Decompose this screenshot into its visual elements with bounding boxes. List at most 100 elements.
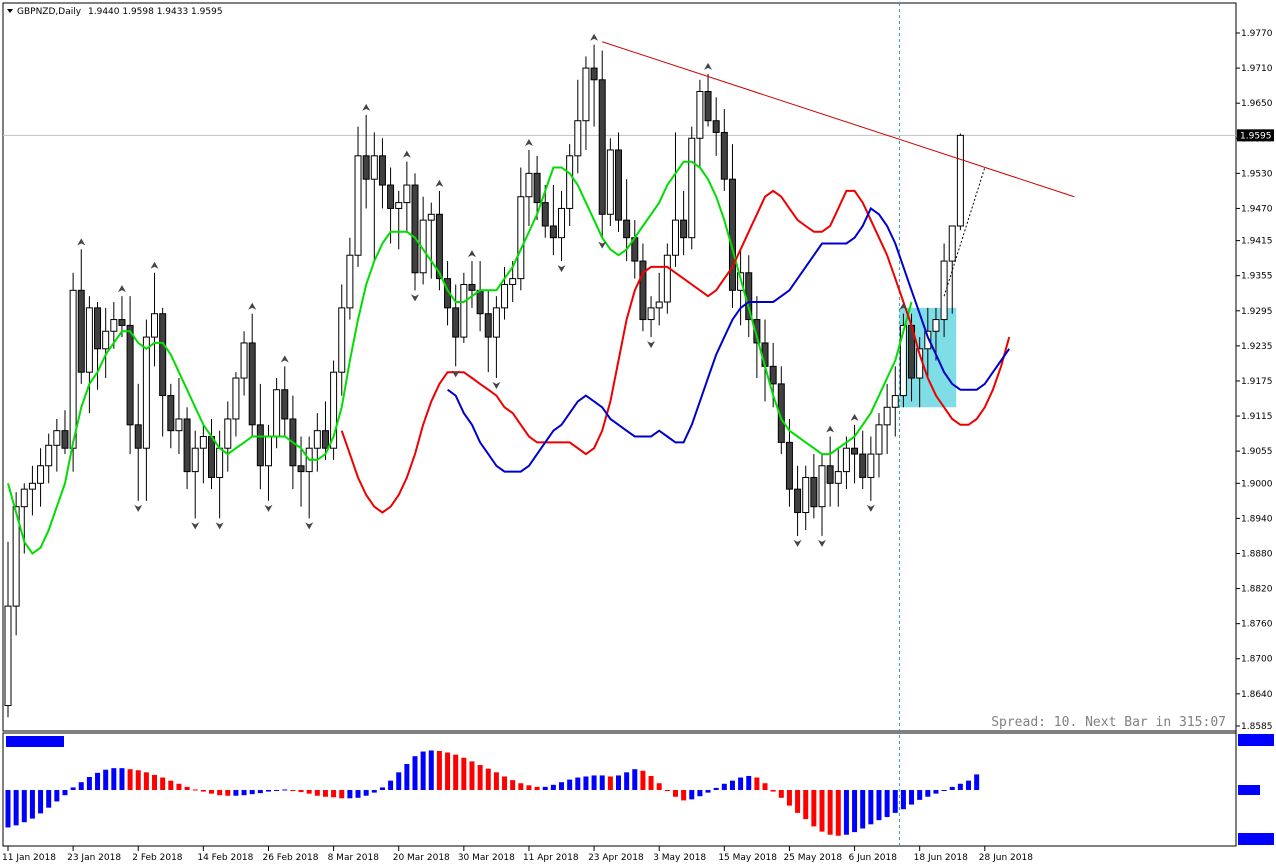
y-tick-label: 1.9115 — [1241, 412, 1273, 422]
histogram-bar — [445, 752, 451, 790]
histogram-bar — [265, 790, 271, 792]
histogram-bar — [795, 790, 801, 813]
candle-body — [769, 365, 777, 385]
histogram-bar — [21, 790, 27, 823]
histogram-bar — [892, 790, 898, 813]
histogram-bar — [184, 786, 190, 790]
histogram-bar — [827, 790, 833, 835]
y-tick-label: 1.8640 — [1241, 690, 1273, 700]
histogram-bar — [852, 790, 858, 833]
histogram-bar — [803, 790, 809, 820]
x-tick-label: 18 Jun 2018 — [914, 853, 968, 863]
candle-body — [875, 424, 883, 455]
symbol-label: GBPNZD,Daily — [17, 7, 82, 17]
histogram-bar — [233, 790, 239, 796]
candle-body — [85, 307, 93, 373]
histogram-bar — [404, 764, 410, 790]
histogram-bar — [217, 790, 223, 796]
histogram-bar — [225, 790, 231, 796]
histogram-bar — [518, 783, 524, 790]
candle-body — [932, 319, 940, 332]
histogram-bar — [567, 779, 573, 790]
histogram-bar — [729, 780, 735, 790]
indicator-max-badge — [1238, 734, 1274, 746]
candle-body — [517, 196, 525, 280]
histogram-bar — [78, 782, 84, 790]
candle-body — [615, 149, 622, 221]
histogram-bar — [282, 789, 288, 791]
candle-body — [183, 418, 191, 473]
histogram-bar — [819, 790, 825, 832]
candle-body — [501, 283, 509, 309]
histogram-bar — [103, 769, 109, 790]
x-tick-label: 8 Mar 2018 — [328, 853, 380, 863]
candle-body — [94, 307, 102, 350]
candle-body — [541, 202, 549, 227]
histogram-bar — [705, 790, 711, 793]
x-tick-label: 3 May 2018 — [653, 853, 706, 863]
histogram-bar — [461, 757, 467, 790]
candle-body — [574, 120, 582, 157]
candle-body — [403, 184, 411, 204]
histogram-bar — [86, 777, 92, 790]
candle-body — [346, 254, 354, 309]
histogram-bar — [241, 790, 247, 796]
candle-body — [199, 436, 207, 449]
candle-body — [20, 488, 28, 508]
histogram-bar — [257, 790, 263, 794]
candle-body — [248, 342, 256, 426]
histogram-bar — [721, 783, 727, 790]
candle-body — [273, 389, 281, 438]
histogram-bar — [396, 772, 402, 790]
histogram-bar — [502, 776, 508, 790]
candle-body — [606, 149, 614, 215]
histogram-bar — [762, 783, 768, 790]
histogram-bar — [420, 751, 426, 790]
candle-body — [484, 313, 492, 338]
histogram-bar — [909, 790, 915, 805]
candle-body — [785, 441, 793, 490]
histogram-bar — [534, 786, 540, 790]
candle-body — [826, 465, 834, 484]
candle-body — [175, 418, 183, 432]
x-tick-label: 20 Mar 2018 — [393, 853, 450, 863]
histogram-bar — [925, 790, 931, 797]
candle-body — [208, 436, 215, 478]
candle-body — [566, 155, 574, 209]
y-tick-label: 1.9770 — [1241, 29, 1273, 39]
histogram-bar — [835, 790, 841, 836]
histogram-bar — [5, 790, 11, 828]
histogram-bar — [542, 786, 548, 790]
histogram-bar — [54, 790, 60, 802]
histogram-bar — [599, 775, 605, 790]
y-tick-label: 1.9295 — [1241, 307, 1273, 317]
histogram-bar — [876, 790, 882, 821]
histogram-bar — [127, 769, 133, 790]
current-price-label: 1.9595 — [1240, 131, 1272, 141]
histogram-bar — [355, 790, 361, 798]
histogram-bar — [46, 790, 52, 808]
histogram-bar — [62, 790, 68, 796]
histogram-bar — [412, 756, 418, 790]
histogram-bar — [160, 777, 166, 790]
histogram-bar — [339, 790, 345, 799]
candle-body — [818, 465, 826, 508]
histogram-bar — [363, 790, 369, 796]
histogram-bar — [290, 790, 296, 792]
candle-body — [281, 389, 289, 420]
candle-body — [28, 482, 36, 490]
histogram-bar — [624, 772, 630, 790]
candle-body — [387, 184, 395, 209]
y-tick-label: 1.9235 — [1241, 342, 1273, 352]
histogram-bar — [746, 775, 752, 790]
candle-body — [45, 444, 53, 467]
y-tick-label: 1.8700 — [1241, 655, 1273, 665]
y-tick-label: 1.8760 — [1241, 620, 1273, 630]
candle-body — [53, 430, 61, 446]
histogram-bar — [526, 785, 532, 790]
histogram-bar — [778, 790, 784, 798]
candle-body — [395, 202, 403, 209]
histogram-bar — [200, 790, 206, 792]
histogram-bar — [453, 754, 459, 790]
candle-body — [623, 219, 631, 239]
